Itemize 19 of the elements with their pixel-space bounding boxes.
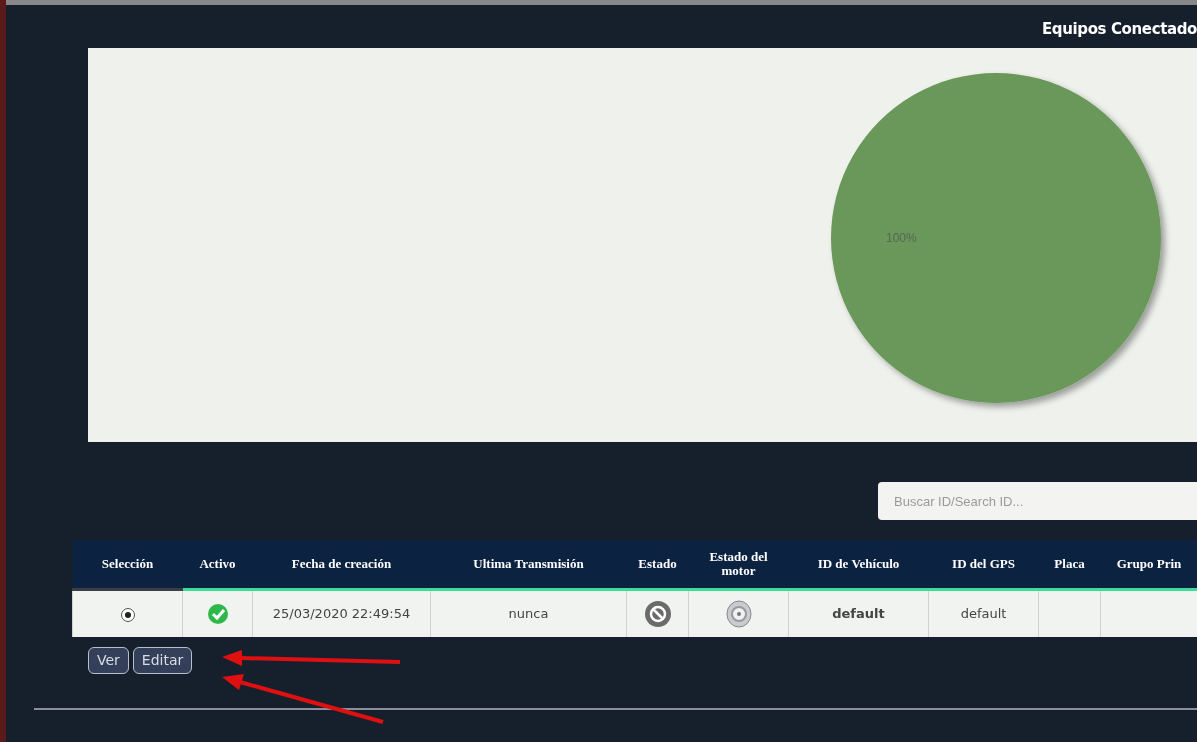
- column-header[interactable]: ID de Vehículo: [817, 555, 900, 571]
- column-header[interactable]: Grupo Prin: [1116, 555, 1182, 571]
- section-title: Equipos Conectado: [1042, 19, 1197, 40]
- column-header[interactable]: Estado del motor: [698, 549, 779, 578]
- last-transmission: nunca: [508, 606, 549, 621]
- column-header[interactable]: Fecha de creación: [291, 555, 392, 571]
- creation-date: 25/03/2020 22:49:54: [272, 606, 411, 621]
- search-field[interactable]: Buscar ID/Search ID...: [878, 482, 1197, 520]
- radio-button[interactable]: [120, 608, 135, 622]
- action-button[interactable]: Editar: [132, 647, 193, 674]
- column-header[interactable]: Selección: [101, 555, 154, 571]
- vehicle-id: default: [832, 606, 885, 621]
- column-header[interactable]: ID del GPS: [952, 555, 1015, 571]
- column-header[interactable]: Activo: [199, 555, 236, 571]
- column-header[interactable]: Ultima Transmisión: [473, 555, 584, 571]
- action-button[interactable]: Ver: [88, 647, 129, 674]
- column-header[interactable]: Placa: [1054, 555, 1085, 571]
- gps-id: default: [960, 606, 1007, 621]
- column-header[interactable]: Estado: [638, 555, 677, 571]
